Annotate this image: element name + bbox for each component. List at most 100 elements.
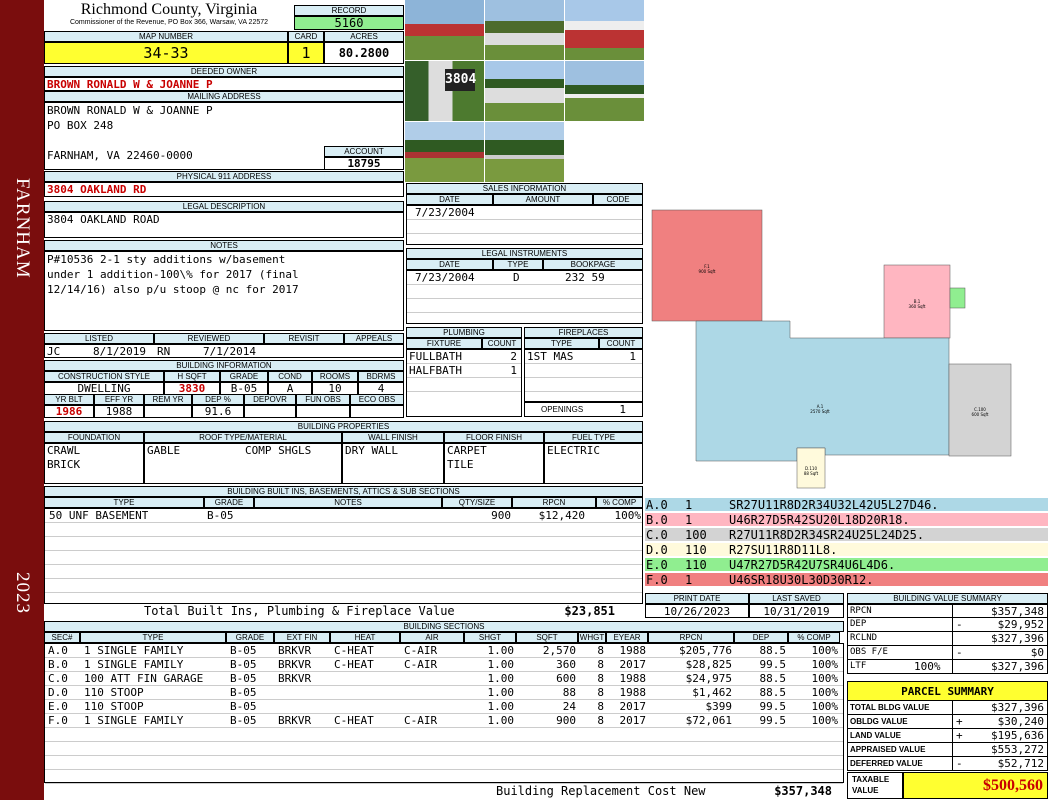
sketch-code-row: B.0 1 U46R27D5R42SU20L18D20R18. bbox=[645, 513, 1048, 527]
plumbing-table: FULLBATH 2 HALFBATH 1 bbox=[406, 349, 522, 417]
fireplace-header: COUNT bbox=[599, 338, 643, 349]
year-built: 1986 bbox=[44, 405, 94, 418]
table-row bbox=[407, 220, 642, 234]
sketch-section-a bbox=[695, 320, 950, 462]
section-cell: 600 bbox=[556, 672, 576, 685]
instruments-table: 7/23/2004 D 232 59 bbox=[406, 270, 643, 324]
openings-value: 1 bbox=[619, 403, 626, 416]
sketch-code-text: R27U11R8D2R34SR24U25L24D25. bbox=[729, 528, 925, 542]
plumbing-label: PLUMBING bbox=[406, 327, 522, 338]
table-row: 1ST MAS 1 bbox=[525, 350, 642, 364]
property-photo[interactable] bbox=[565, 0, 644, 60]
builtins-total-row: Total Built Ins, Plumbing & Fireplace Va… bbox=[44, 604, 643, 618]
roof-type: GABLE bbox=[147, 444, 181, 457]
section-cell: C-AIR bbox=[404, 714, 438, 727]
acres-label: ACRES bbox=[324, 31, 404, 42]
section-cell: B-05 bbox=[230, 644, 257, 657]
section-cell: 1988 bbox=[619, 672, 647, 685]
instrument-type: D bbox=[513, 271, 520, 284]
taxable-label-box: TAXABLE VALUE bbox=[847, 772, 903, 799]
sketch-label-d-line: 88 Sqft bbox=[804, 471, 819, 476]
print-date-label: PRINT DATE bbox=[645, 593, 749, 604]
map-number-label: MAP NUMBER bbox=[44, 31, 288, 42]
section-cell: 99.5 bbox=[759, 714, 787, 727]
section-cell: 1 SINGLE FAMILY bbox=[84, 644, 184, 657]
section-cell: 100% bbox=[811, 700, 839, 713]
parcel-summary-label: APPRAISED VALUE bbox=[850, 745, 926, 754]
sketch-code-count: 110 bbox=[685, 543, 707, 557]
print-date: 10/26/2023 bbox=[645, 604, 749, 618]
foundation: CRAWL BRICK bbox=[44, 443, 144, 484]
sketch-code-row: C.0 100 R27U11R8D2R34SR24U25L24D25. bbox=[645, 528, 1048, 542]
physical-address: 3804 OAKLAND RD bbox=[44, 182, 404, 197]
builtins-header: % COMP bbox=[596, 497, 643, 508]
section-cell: 2017 bbox=[619, 658, 647, 671]
property-photo[interactable] bbox=[485, 122, 564, 182]
listed-label: LISTED bbox=[44, 333, 154, 344]
mailing-address-label: MAILING ADDRESS bbox=[44, 91, 404, 102]
building-info-grid: CONSTRUCTION STYLE H SQFT GRADE COND ROO… bbox=[44, 371, 404, 418]
section-cell: 100% bbox=[811, 658, 839, 671]
instrument-date: 7/23/2004 bbox=[415, 271, 475, 284]
table-row bbox=[525, 364, 642, 378]
sketch-code-id: B.0 bbox=[646, 513, 668, 527]
section-cell: $205,776 bbox=[679, 644, 732, 657]
section-cell: 88.5 bbox=[759, 644, 787, 657]
sketch-code-count: 1 bbox=[685, 573, 693, 587]
value-summary-row: RCLND $327,396 bbox=[847, 632, 1048, 646]
builtins-total: $23,851 bbox=[564, 604, 615, 618]
table-row bbox=[45, 770, 843, 784]
deeded-owner: BROWN RONALD W & JOANNE P bbox=[44, 77, 404, 91]
property-photo[interactable] bbox=[485, 61, 564, 121]
sections-header-row: SEC# TYPE GRADE EXT FIN HEAT AIR SHGT SQFT WHGT E… bbox=[44, 632, 844, 643]
table-row bbox=[407, 378, 521, 392]
section-cell: 1.00 bbox=[487, 686, 515, 699]
physical-address-label: PHYSICAL 911 ADDRESS bbox=[44, 171, 404, 182]
property-photo[interactable] bbox=[565, 61, 644, 121]
sale-date: 7/23/2004 bbox=[415, 206, 475, 219]
section-cell: 24 bbox=[562, 700, 576, 713]
parcel-summary-sign bbox=[952, 743, 956, 756]
parcel-summary-row: DEFERRED VALUE - $52,712 bbox=[847, 757, 1048, 771]
builtins-header: RPCN bbox=[512, 497, 596, 508]
section-header: RPCN bbox=[648, 632, 734, 643]
property-photo[interactable]: 3804 bbox=[405, 61, 484, 121]
listed-date: 8/1/2019 bbox=[93, 345, 146, 358]
card-number: 1 bbox=[288, 42, 324, 64]
reviewed-label: REVIEWED bbox=[154, 333, 264, 344]
property-photo[interactable] bbox=[485, 0, 564, 60]
eff-year: 1988 bbox=[94, 405, 144, 418]
sketch-code-id: D.0 bbox=[646, 543, 668, 557]
building-sketch: F.1 900 Sqft B.1 360 Sqft A.1 2570 Sqft C.1… bbox=[651, 209, 1012, 489]
section-cell: 8 bbox=[597, 658, 604, 671]
property-photo[interactable] bbox=[405, 0, 484, 60]
value-summary-value: $0 bbox=[1030, 646, 1044, 659]
parcel-summary-value: $195,636 bbox=[991, 729, 1044, 742]
account-value: 18795 bbox=[324, 157, 404, 170]
value-summary-row: LTF 100% $327,396 bbox=[847, 660, 1048, 674]
section-header: SHGT bbox=[464, 632, 516, 643]
parcel-summary-row: OBLDG VALUE + $30,240 bbox=[847, 715, 1048, 729]
acres-value: 80.2800 bbox=[324, 42, 404, 64]
bi-header2: DEPOVR bbox=[244, 394, 296, 405]
sketch-code-id: F.0 bbox=[646, 573, 668, 587]
parcel-summary: TOTAL BLDG VALUE $327,396 OBLDG VALUE + $30… bbox=[847, 701, 1048, 771]
instruments-header: BOOKPAGE bbox=[543, 259, 643, 270]
sketch-code-count: 100 bbox=[685, 528, 707, 542]
sketch-code-id: E.0 bbox=[646, 558, 668, 572]
sections-label: BUILDING SECTIONS bbox=[44, 621, 844, 632]
table-row: A.0 1 SINGLE FAMILY B-05 BRKVR C-HEAT C-AIR 1.… bbox=[45, 644, 843, 658]
parcel-summary-value: $30,240 bbox=[997, 715, 1044, 728]
sketch-label-d: D.110 88 Sqft bbox=[804, 466, 819, 476]
value-summary-sign bbox=[952, 632, 956, 645]
instruments-header: DATE bbox=[406, 259, 493, 270]
value-summary-label: RCLND bbox=[850, 633, 878, 643]
table-row bbox=[407, 299, 642, 313]
section-header: GRADE bbox=[226, 632, 274, 643]
section-cell: BRKVR bbox=[278, 672, 312, 685]
parcel-summary-value: $553,272 bbox=[991, 743, 1044, 756]
property-photo[interactable] bbox=[405, 122, 484, 182]
section-cell: 1.00 bbox=[487, 672, 515, 685]
section-header: EXT FIN bbox=[274, 632, 330, 643]
section-header: WHGT bbox=[578, 632, 606, 643]
